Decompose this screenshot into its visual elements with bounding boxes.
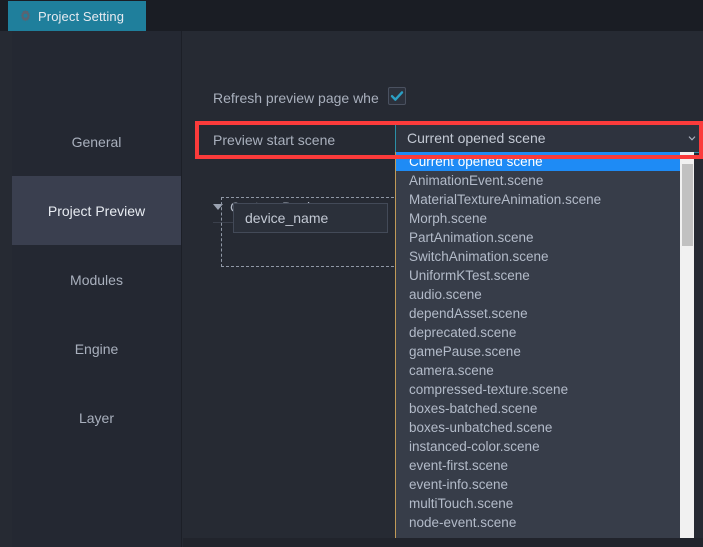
gear-icon	[20, 9, 31, 21]
dropdown-option[interactable]: node-event.scene	[396, 513, 681, 532]
select-value: Current opened scene	[407, 129, 546, 146]
preview-start-scene-row: Preview start scene	[213, 132, 335, 148]
sidebar-item-engine[interactable]: Engine	[12, 314, 181, 383]
preview-start-scene-select[interactable]: Current opened scene	[395, 122, 703, 153]
dropdown-option[interactable]: instanced-color.scene	[396, 437, 681, 456]
device-name-input[interactable]: device_name	[233, 203, 388, 233]
refresh-preview-row: Refresh preview page whe	[213, 90, 379, 106]
dropdown-scrollbar-track[interactable]	[680, 152, 694, 538]
sidebar-item-project-preview[interactable]: Project Preview	[12, 176, 181, 245]
refresh-preview-label: Refresh preview page whe	[213, 90, 379, 106]
sidebar-item-layer[interactable]: Layer	[12, 383, 181, 452]
dropdown-option[interactable]: audio.scene	[396, 285, 681, 304]
scene-dropdown-list[interactable]: Current opened scene AnimationEvent.scene…	[395, 152, 694, 538]
sidebar-item-label: Layer	[78, 409, 115, 426]
dropdown-option[interactable]: deprecated.scene	[396, 323, 681, 342]
dropdown-option[interactable]: Morph.scene	[396, 209, 681, 228]
app-root: se{vse{vse{v Project Setting General Pro…	[0, 0, 703, 547]
tab-project-setting[interactable]: Project Setting	[8, 1, 146, 31]
dropdown-option[interactable]: MaterialTextureAnimation.scene	[396, 190, 681, 209]
sidebar-item-label: General	[71, 133, 122, 150]
refresh-preview-checkbox[interactable]	[388, 87, 406, 105]
dropdown-option[interactable]: event-first.scene	[396, 456, 681, 475]
sidebar-item-label: Project Preview	[47, 202, 146, 219]
dropdown-option[interactable]: PartAnimation.scene	[396, 228, 681, 247]
chevron-down-icon	[688, 135, 696, 141]
check-icon	[390, 91, 404, 101]
preview-start-scene-label: Preview start scene	[213, 132, 336, 148]
sidebar-item-general[interactable]: General	[12, 107, 181, 176]
device-name-value: device_name	[245, 210, 329, 226]
sidebar-item-modules[interactable]: Modules	[12, 245, 181, 314]
tab-label: Project Setting	[38, 8, 125, 24]
sidebar-top-spacer	[12, 31, 181, 107]
sidebar-item-label: Engine	[74, 340, 119, 357]
settings-sidebar: General Project Preview Modules Engine L…	[12, 31, 182, 547]
dropdown-option[interactable]: camera.scene	[396, 361, 681, 380]
dropdown-scrollbar-thumb[interactable]	[682, 164, 693, 246]
content-bottom-strip	[183, 538, 703, 547]
dropdown-option[interactable]: SwitchAnimation.scene	[396, 247, 681, 266]
dropdown-option[interactable]: Current opened scene	[396, 152, 681, 171]
dropdown-options: Current opened scene AnimationEvent.scene…	[396, 152, 681, 532]
dropdown-option[interactable]: boxes-batched.scene	[396, 399, 681, 418]
dropdown-option[interactable]: dependAsset.scene	[396, 304, 681, 323]
sidebar-item-label: Modules	[70, 271, 123, 288]
dropdown-option[interactable]: compressed-texture.scene	[396, 380, 681, 399]
dropdown-option[interactable]: AnimationEvent.scene	[396, 171, 681, 190]
dropdown-option[interactable]: gamePause.scene	[396, 342, 681, 361]
dropdown-option[interactable]: UniformKTest.scene	[396, 266, 681, 285]
dropdown-option[interactable]: multiTouch.scene	[396, 494, 681, 513]
dropdown-option[interactable]: boxes-unbatched.scene	[396, 418, 681, 437]
dropdown-option[interactable]: event-info.scene	[396, 475, 681, 494]
header-bar: Project Setting	[0, 0, 703, 31]
